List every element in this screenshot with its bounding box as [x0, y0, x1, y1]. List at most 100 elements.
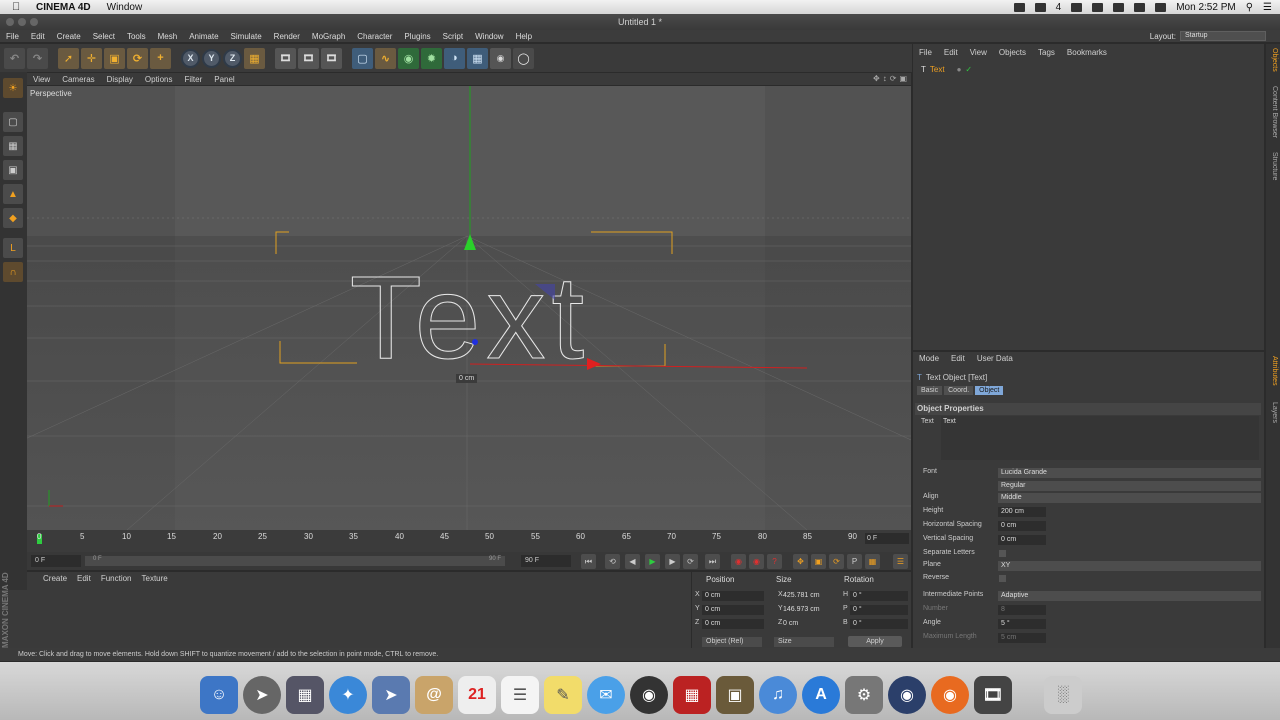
mail-bird-icon[interactable]: ➤ — [372, 676, 410, 714]
menu-create[interactable]: Create — [51, 32, 87, 41]
goto-start-icon[interactable]: ⏮ — [581, 554, 596, 569]
apply-button[interactable]: Apply — [848, 636, 902, 647]
tab-coord[interactable]: Coord. — [944, 386, 974, 395]
menu-tools[interactable]: Tools — [121, 32, 152, 41]
vspacing-field[interactable]: 0 cm — [998, 535, 1046, 545]
am-menu-mode[interactable]: Mode — [913, 354, 945, 363]
om-menu-objects[interactable]: Objects — [993, 48, 1032, 60]
volume-icon[interactable] — [1134, 2, 1146, 12]
object-name[interactable]: Text — [930, 65, 945, 74]
toggle-views-icon[interactable]: ▣ — [899, 74, 907, 83]
monitor-status-icon[interactable] — [1034, 2, 1046, 12]
z-axis-lock-button[interactable]: Z — [223, 48, 242, 68]
safari-icon[interactable]: ✦ — [329, 676, 367, 714]
next-key-icon[interactable]: ⟳ — [683, 554, 698, 569]
deformer-button[interactable]: ◑ — [444, 47, 465, 69]
am-menu-user-data[interactable]: User Data — [971, 354, 1019, 363]
scale-tool-button[interactable]: ▣ — [104, 47, 125, 69]
menu-character[interactable]: Character — [351, 32, 398, 41]
axis-mode-icon[interactable]: L — [3, 238, 23, 258]
am-menu-edit[interactable]: Edit — [945, 354, 971, 363]
z-axis-handle[interactable] — [472, 339, 478, 345]
mat-menu-texture[interactable]: Texture — [142, 574, 168, 583]
position-y-field[interactable]: 0 cm — [702, 605, 764, 615]
video-app-icon[interactable]: 🎞 — [974, 676, 1012, 714]
position-z-field[interactable]: 0 cm — [702, 619, 764, 629]
size-z-field[interactable]: 0 cm — [774, 619, 838, 629]
tab-object[interactable]: Object — [975, 386, 1004, 395]
keyframe-selection-icon[interactable]: ? — [767, 554, 782, 569]
vp-menu-filter[interactable]: Filter — [178, 75, 208, 84]
battery-icon[interactable] — [1155, 2, 1167, 12]
zoom-window-button[interactable] — [30, 18, 38, 26]
floor-scene-button[interactable]: ▦ — [467, 47, 488, 69]
mac-menu-window[interactable]: Window — [107, 2, 143, 13]
adobe-status-count[interactable]: 4 — [1056, 2, 1062, 13]
facetime-icon[interactable]: ◉ — [630, 676, 668, 714]
mission-control-icon[interactable]: ▦ — [286, 676, 324, 714]
subdivision-surface-button[interactable]: ◉ — [398, 47, 419, 69]
redo-button[interactable]: ↷ — [27, 47, 48, 69]
live-selection-button[interactable]: ➚ — [58, 47, 79, 69]
model-mode-icon[interactable]: ▢ — [3, 112, 23, 132]
tab-structure[interactable]: Structure — [1271, 152, 1278, 180]
rotate-tool-button[interactable]: ⟳ — [127, 47, 148, 69]
cinema4d-icon[interactable]: ◉ — [888, 676, 926, 714]
om-menu-view[interactable]: View — [964, 48, 993, 60]
menu-select[interactable]: Select — [87, 32, 121, 41]
vp-menu-cameras[interactable]: Cameras — [56, 75, 100, 84]
vp-menu-panel[interactable]: Panel — [208, 75, 240, 84]
tab-content-browser[interactable]: Content Browser — [1271, 86, 1278, 138]
menu-animate[interactable]: Animate — [183, 32, 224, 41]
om-menu-tags[interactable]: Tags — [1032, 48, 1061, 60]
camera-button[interactable]: ◉ — [490, 47, 511, 69]
launchpad-icon[interactable]: ➤ — [243, 676, 281, 714]
tab-layers[interactable]: Layers — [1271, 402, 1278, 423]
goto-end-icon[interactable]: ⏭ — [705, 554, 720, 569]
align-dropdown[interactable]: Middle — [998, 493, 1261, 503]
recent-tool-button[interactable]: + — [150, 47, 171, 69]
iphoto-icon[interactable]: ▣ — [716, 676, 754, 714]
mat-menu-edit[interactable]: Edit — [77, 574, 91, 583]
scale-key-icon[interactable]: ▣ — [811, 554, 826, 569]
play-icon[interactable]: ▶ — [645, 554, 660, 569]
position-key-icon[interactable]: ✥ — [793, 554, 808, 569]
text-input[interactable]: Text — [941, 416, 1259, 460]
mat-menu-function[interactable]: Function — [101, 574, 132, 583]
visibility-dot-icon[interactable]: ● — [957, 65, 962, 74]
apple-icon[interactable]:  — [12, 1, 24, 13]
reverse-checkbox[interactable] — [999, 575, 1006, 582]
object-list-item[interactable]: T Text ● ✓ — [921, 65, 972, 74]
om-menu-file[interactable]: File — [913, 48, 938, 60]
pan-view-icon[interactable]: ✥ — [873, 74, 880, 83]
camera-status-icon[interactable] — [1013, 2, 1025, 12]
menu-file[interactable]: File — [0, 32, 25, 41]
menu-render[interactable]: Render — [268, 32, 306, 41]
timeline-menu-icon[interactable]: ☰ — [893, 554, 908, 569]
messages-icon[interactable]: ✉ — [587, 676, 625, 714]
spline-pen-button[interactable]: ∿ — [375, 47, 396, 69]
size-y-field[interactable]: 146.973 cm — [774, 605, 838, 615]
tab-basic[interactable]: Basic — [917, 386, 943, 395]
preview-range-slider[interactable]: 0 F 90 F — [85, 556, 505, 566]
photobooth-icon[interactable]: ▦ — [673, 676, 711, 714]
timeline-ruler[interactable]: 0 5 10 15 20 25 30 35 40 45 50 55 60 65 … — [27, 530, 911, 552]
angle-field[interactable]: 5 ° — [998, 619, 1046, 629]
finder-icon[interactable]: ☺ — [200, 676, 238, 714]
layout-dropdown[interactable]: Startup — [1180, 31, 1266, 41]
render-picture-viewer-button[interactable]: 🎞 — [298, 47, 319, 69]
start-frame-field[interactable]: 0 F — [31, 555, 81, 567]
size-x-field[interactable]: 425.781 cm — [774, 591, 838, 601]
enabled-check-icon[interactable]: ✓ — [965, 65, 972, 74]
menu-window[interactable]: Window — [469, 32, 509, 41]
x-axis-lock-button[interactable]: X — [181, 48, 200, 68]
reminders-icon[interactable]: ☰ — [501, 676, 539, 714]
rotation-p-field[interactable]: 0 ° — [850, 605, 908, 615]
record-key-icon[interactable]: ◉ — [731, 554, 746, 569]
rotation-key-icon[interactable]: ⟳ — [829, 554, 844, 569]
close-window-button[interactable] — [6, 18, 14, 26]
wifi-icon[interactable] — [1113, 2, 1125, 12]
light-button[interactable]: ◯ — [513, 47, 534, 69]
workplane-mode-icon[interactable]: ▣ — [3, 160, 23, 180]
system-preferences-icon[interactable]: ⚙ — [845, 676, 883, 714]
